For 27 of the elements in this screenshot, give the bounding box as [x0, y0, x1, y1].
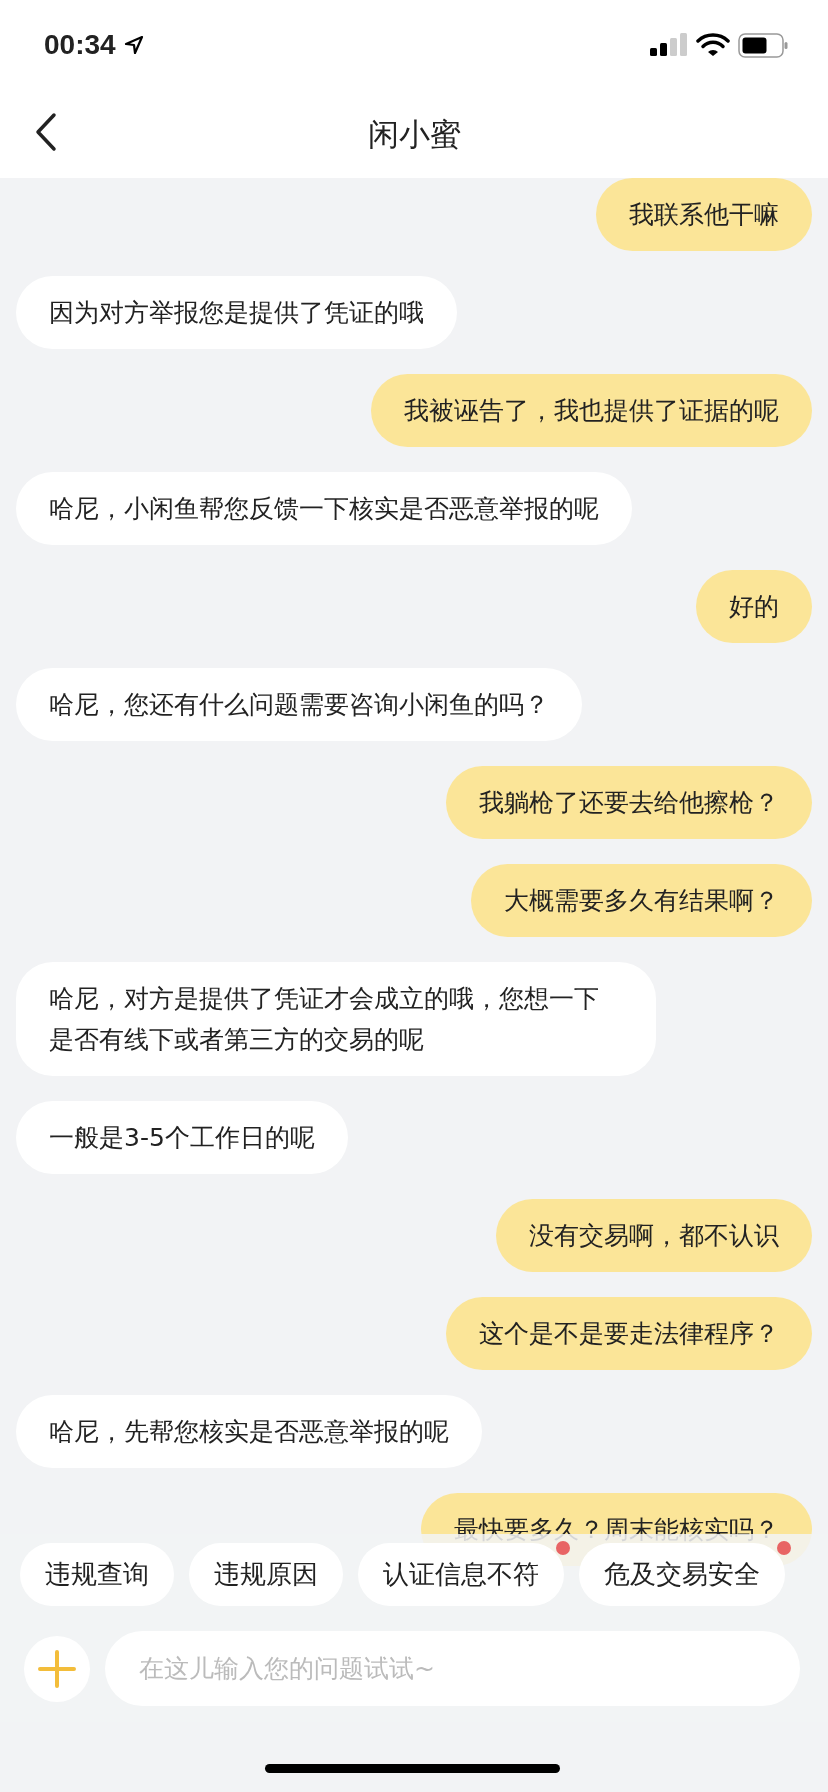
received-message: 因为对方举报您是提供了凭证的哦	[16, 276, 457, 349]
quick-reply-chip[interactable]: 违规查询	[20, 1543, 174, 1606]
received-message: 哈尼，您还有什么问题需要咨询小闲鱼的吗？	[16, 668, 582, 741]
received-message: 哈尼，对方是提供了凭证才会成立的哦，您想一下是否有线下或者第三方的交易的呢	[16, 962, 656, 1076]
sent-message: 我联系他干嘛	[596, 178, 812, 251]
quick-reply-chip[interactable]: 认证信息不符	[358, 1543, 564, 1606]
sent-message: 好的	[696, 570, 812, 643]
received-message: 哈尼，先帮您核实是否恶意举报的呢	[16, 1395, 482, 1468]
received-message: 一般是3-5个工作日的呢	[16, 1101, 348, 1174]
sent-message: 这个是不是要走法律程序？	[446, 1297, 812, 1370]
location-icon	[123, 35, 144, 55]
battery-icon	[738, 32, 788, 58]
status-time: 00:34	[44, 28, 116, 62]
back-icon	[34, 112, 58, 152]
signal-icon	[650, 33, 688, 57]
plus-icon	[38, 1649, 76, 1688]
message-input[interactable]: 在这儿输入您的问题试试~	[105, 1631, 800, 1706]
received-message: 哈尼，小闲鱼帮您反馈一下核实是否恶意举报的呢	[16, 472, 632, 545]
sent-message: 我躺枪了还要去给他擦枪？	[446, 766, 812, 839]
quick-reply-chip[interactable]: 违规原因	[189, 1543, 343, 1606]
chat-title: 闲小蜜	[367, 114, 461, 154]
sent-message: 我被诬告了，我也提供了证据的呢	[371, 374, 812, 447]
back-button[interactable]	[34, 112, 58, 152]
sent-message: 没有交易啊，都不认识	[496, 1199, 812, 1272]
sent-message: 大概需要多久有结果啊？	[471, 864, 812, 937]
quick-reply-chip[interactable]: 危及交易安全	[579, 1543, 785, 1606]
wifi-icon	[696, 33, 730, 57]
